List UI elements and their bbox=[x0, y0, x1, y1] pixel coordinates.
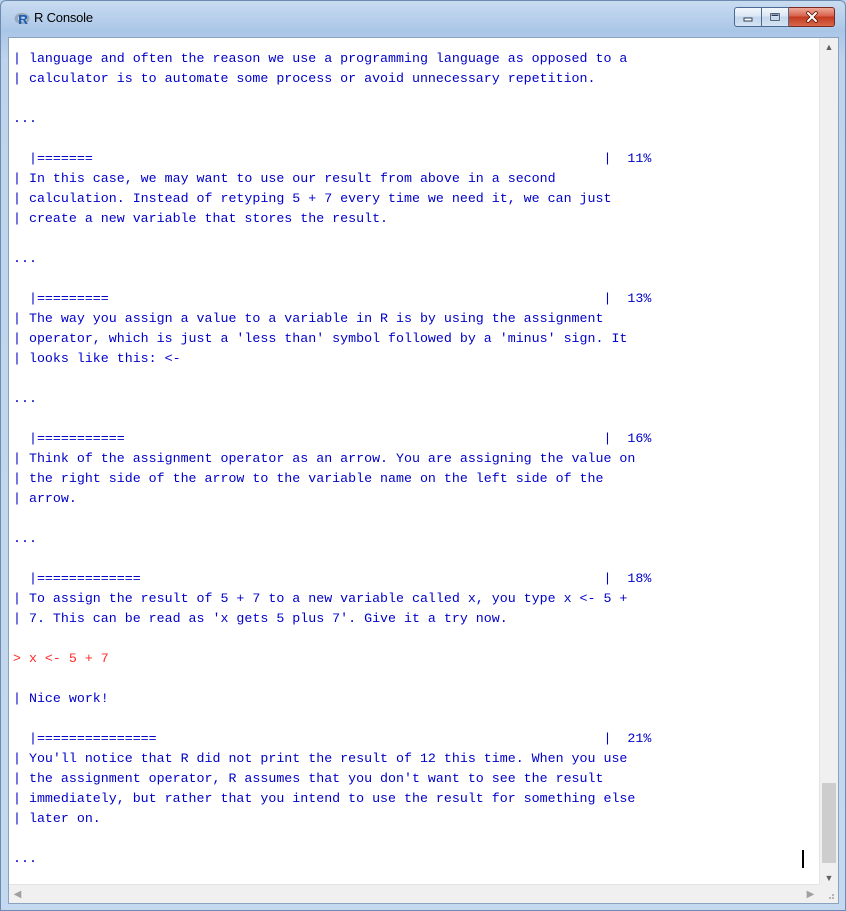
scroll-down-arrow-icon: ▼ bbox=[824, 872, 834, 883]
vertical-scrollbar[interactable]: ▲ ▼ bbox=[819, 38, 838, 886]
resize-grip[interactable] bbox=[819, 884, 838, 903]
close-button[interactable] bbox=[789, 7, 835, 27]
console-line: | The way you assign a value to a variab… bbox=[13, 311, 604, 326]
minimize-button[interactable] bbox=[734, 7, 762, 27]
window-title: R Console bbox=[34, 10, 93, 25]
minimize-icon bbox=[743, 17, 753, 22]
vertical-scroll-thumb[interactable] bbox=[822, 783, 836, 863]
console-line: | operator, which is just a 'less than' … bbox=[13, 331, 628, 346]
console-line: | arrow. bbox=[13, 491, 77, 506]
maximize-button[interactable] bbox=[762, 7, 789, 27]
horizontal-scrollbar[interactable]: ◀ ▶ bbox=[9, 884, 819, 903]
console-line: | You'll notice that R did not print the… bbox=[13, 751, 628, 766]
console-area[interactable]: | language and often the reason we use a… bbox=[8, 37, 839, 904]
console-output[interactable]: | language and often the reason we use a… bbox=[9, 38, 819, 886]
console-line: | later on. bbox=[13, 811, 101, 826]
console-line: |=========== | 16% bbox=[13, 431, 652, 446]
scroll-up-button[interactable]: ▲ bbox=[820, 38, 838, 55]
console-line: ... bbox=[13, 391, 37, 406]
r-console-window: R Console | language and often the reaso… bbox=[0, 0, 846, 911]
scroll-up-arrow-icon: ▲ bbox=[824, 41, 834, 52]
console-input-line: > x <- 5 + 7 bbox=[13, 651, 109, 666]
close-icon bbox=[805, 11, 818, 23]
console-line: | To assign the result of 5 + 7 to a new… bbox=[13, 591, 628, 606]
r-logo-icon bbox=[14, 13, 30, 24]
console-line: | Nice work! bbox=[13, 691, 109, 706]
console-line: ... bbox=[13, 251, 37, 266]
scroll-right-arrow-icon: ▶ bbox=[806, 888, 815, 900]
console-line: |========= | 13% bbox=[13, 291, 652, 306]
console-line: | calculation. Instead of retyping 5 + 7… bbox=[13, 191, 612, 206]
text-cursor bbox=[802, 850, 804, 868]
console-line: | calculator is to automate some process… bbox=[13, 71, 596, 86]
resize-grip-icon bbox=[829, 894, 834, 899]
console-line: | the assignment operator, R assumes tha… bbox=[13, 771, 604, 786]
console-line: | create a new variable that stores the … bbox=[13, 211, 389, 226]
console-line: |============= | 18% bbox=[13, 571, 652, 586]
console-line: ... bbox=[13, 111, 37, 126]
console-line: | Think of the assignment operator as an… bbox=[13, 451, 636, 466]
console-line: |======= | 11% bbox=[13, 151, 652, 166]
console-line: ... bbox=[13, 851, 37, 866]
console-line: |=============== | 21% bbox=[13, 731, 652, 746]
maximize-icon bbox=[769, 12, 781, 22]
window-controls bbox=[734, 7, 835, 29]
scroll-left-button[interactable]: ◀ bbox=[9, 885, 26, 903]
title-bar[interactable]: R Console bbox=[1, 1, 845, 37]
console-line: | immediately, but rather that you inten… bbox=[13, 791, 636, 806]
console-line: | 7. This can be read as 'x gets 5 plus … bbox=[13, 611, 508, 626]
scroll-left-arrow-icon: ◀ bbox=[13, 888, 22, 900]
scroll-right-button[interactable]: ▶ bbox=[802, 885, 819, 903]
console-line: | the right side of the arrow to the var… bbox=[13, 471, 604, 486]
console-line: | looks like this: <- bbox=[13, 351, 181, 366]
console-line: ... bbox=[13, 531, 37, 546]
console-line: | In this case, we may want to use our r… bbox=[13, 171, 556, 186]
console-line: | language and often the reason we use a… bbox=[13, 51, 628, 66]
